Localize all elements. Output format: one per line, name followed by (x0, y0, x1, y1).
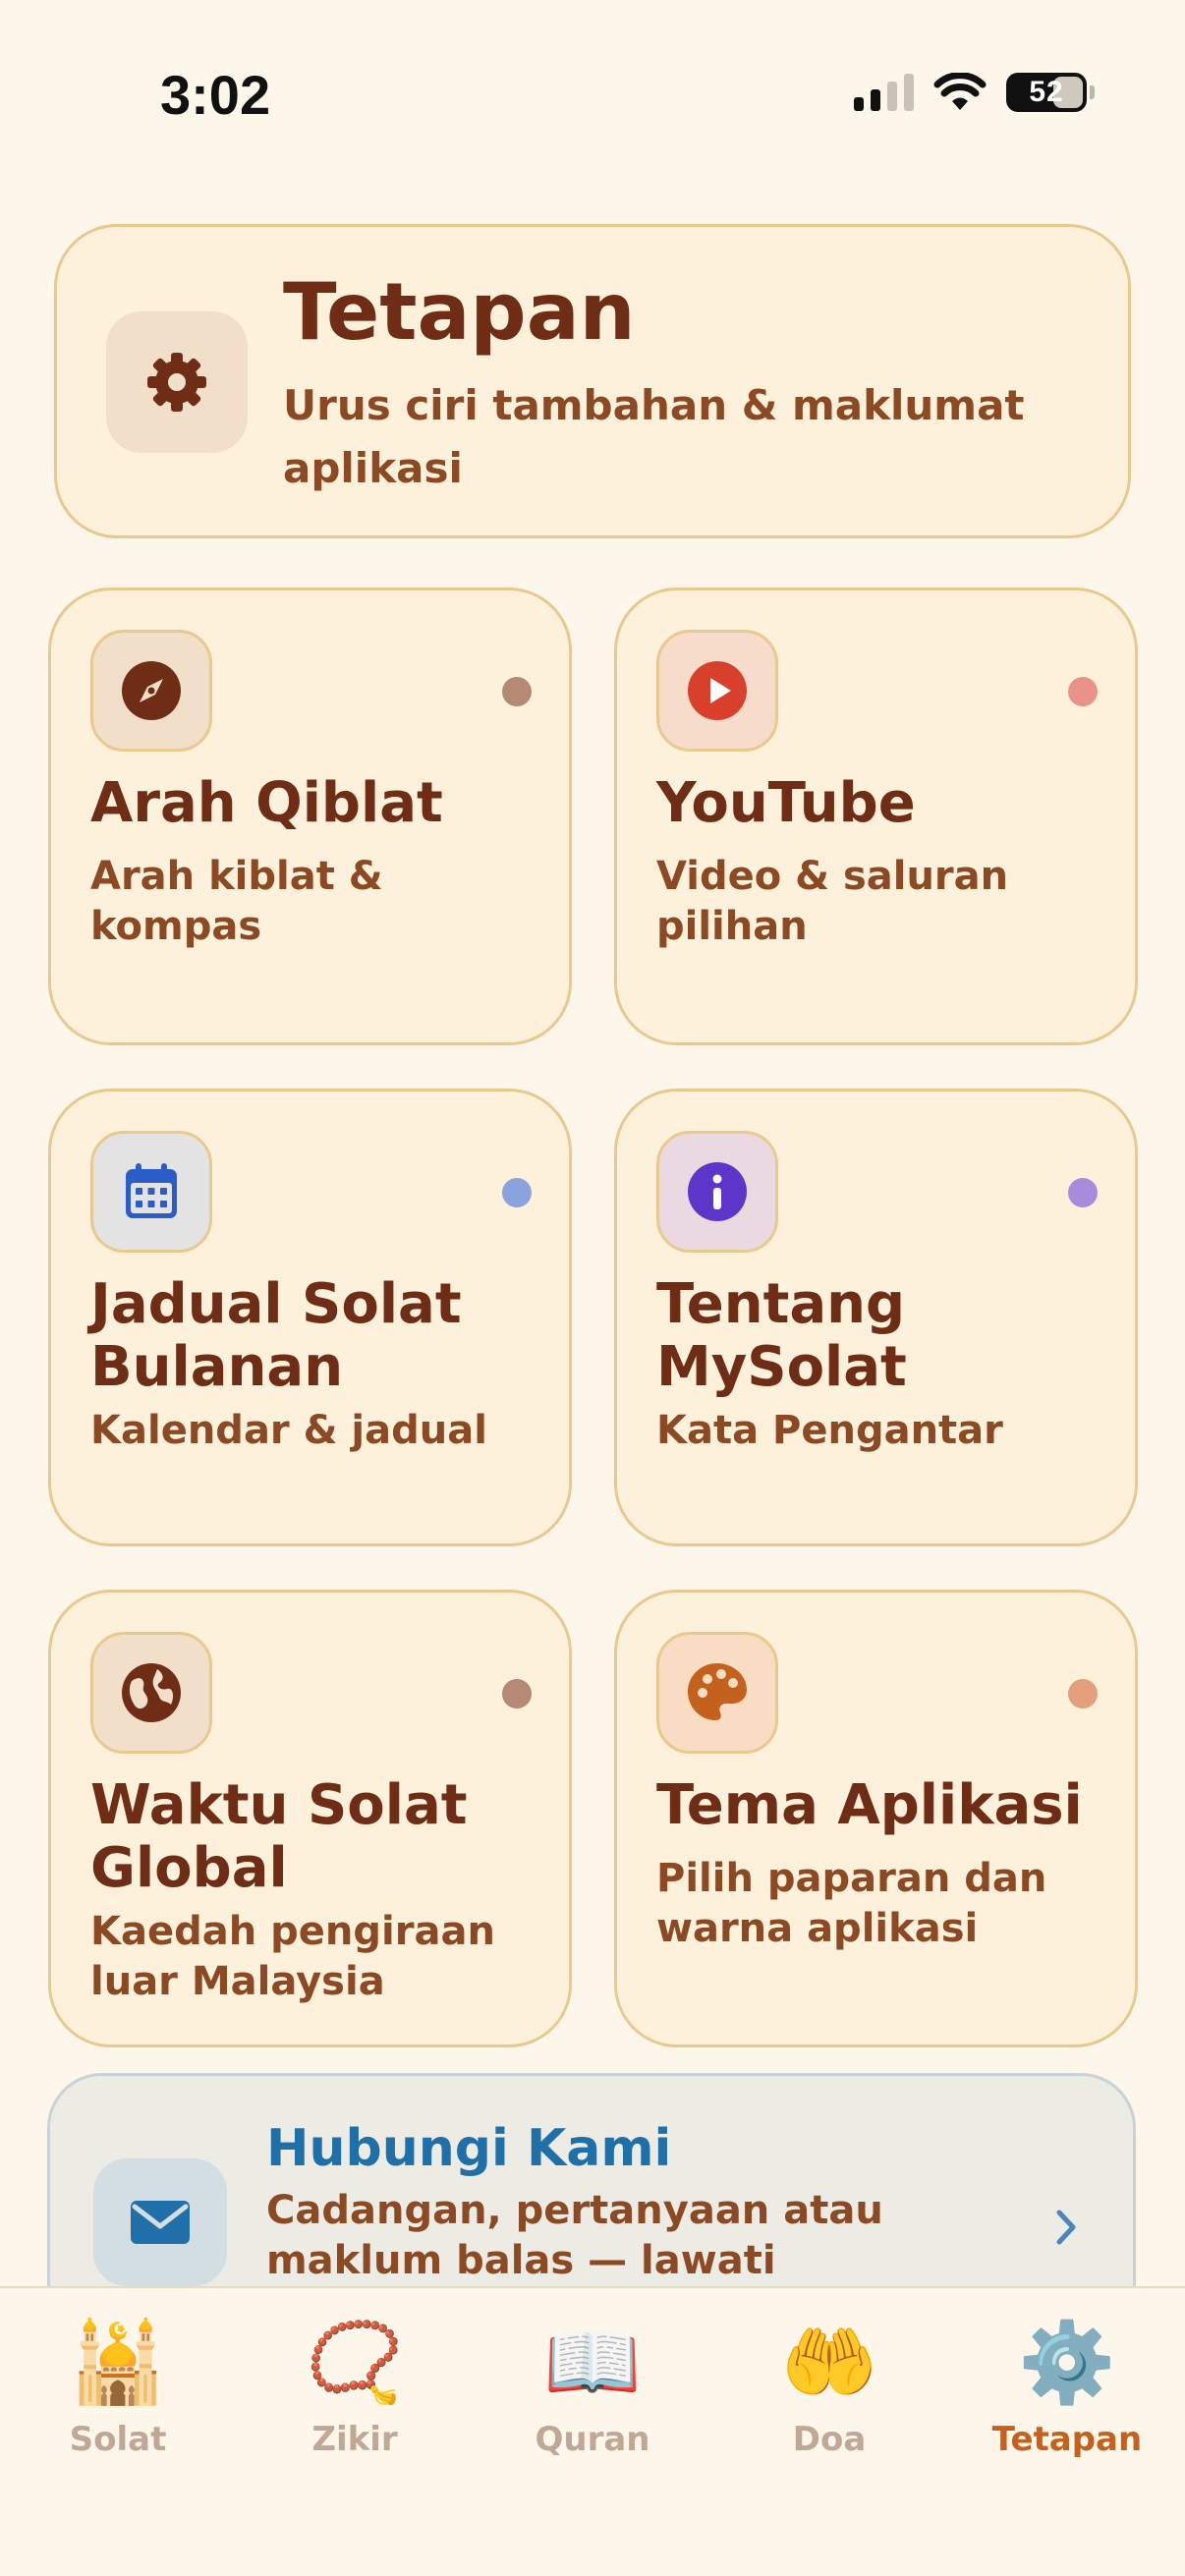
card-title: Jadual Solat Bulanan (90, 1272, 462, 1399)
monthly-prayer-schedule-card[interactable]: Jadual Solat Bulanan Kalendar & jadual (48, 1089, 572, 1546)
tab-label: Zikir (311, 2420, 398, 2459)
status-time: 3:02 (160, 64, 271, 126)
card-title: YouTube (656, 771, 916, 835)
battery-level: 52 (1029, 76, 1064, 108)
info-icon (656, 1131, 778, 1253)
status-dot (502, 1178, 532, 1207)
tab-label: Doa (792, 2420, 867, 2459)
status-dot (1068, 677, 1098, 706)
globe-icon (90, 1632, 212, 1754)
gear-icon (106, 311, 248, 453)
status-dot (502, 1679, 532, 1708)
tab-tetapan[interactable]: ⚙️ Tetapan (969, 2316, 1165, 2459)
page-subtitle: Urus ciri tambahan & maklumat aplikasi (283, 381, 1025, 492)
compass-icon (90, 630, 212, 752)
palette-icon (656, 1632, 778, 1754)
tab-label: Solat (69, 2420, 167, 2459)
settings-header-card: Tetapan Urus ciri tambahan & maklumat ap… (54, 224, 1131, 538)
page-title: Tetapan (283, 266, 636, 358)
status-dot (1068, 1679, 1098, 1708)
wifi-icon (933, 73, 987, 110)
card-subtitle: Video & saluran pilihan (656, 854, 1009, 949)
palms-up-icon: 🤲 (780, 2317, 878, 2408)
contact-title: Hubungi Kami (266, 2119, 672, 2178)
tab-label: Quran (535, 2420, 650, 2459)
card-title: Waktu Solat Global (90, 1773, 468, 1900)
mosque-icon: 🕌 (69, 2317, 167, 2408)
about-mysolat-card[interactable]: Tentang MySolat Kata Pengantar (614, 1089, 1138, 1546)
gear-icon: ⚙️ (1018, 2317, 1116, 2408)
card-subtitle: Arah kiblat & kompas (90, 854, 383, 949)
bottom-tab-bar: 🕌 Solat 📿 Zikir 📖 Quran 🤲 Doa ⚙️ Tetapan (0, 2286, 1185, 2576)
app-theme-card[interactable]: Tema Aplikasi Pilih paparan dan warna ap… (614, 1590, 1138, 2047)
battery-icon: 52 (1006, 73, 1095, 112)
card-subtitle: Pilih paparan dan warna aplikasi (656, 1856, 1047, 1951)
card-title: Tema Aplikasi (656, 1773, 1083, 1837)
global-prayer-times-card[interactable]: Waktu Solat Global Kaedah pengiraan luar… (48, 1590, 572, 2047)
contact-subtitle: Cadangan, pertanyaan atau maklum balas —… (266, 2188, 883, 2283)
tab-doa[interactable]: 🤲 Doa (731, 2316, 928, 2459)
status-icons: 52 (854, 73, 1095, 112)
youtube-card[interactable]: YouTube Video & saluran pilihan (614, 588, 1138, 1045)
cellular-signal-icon (854, 74, 914, 111)
tab-quran[interactable]: 📖 Quran (494, 2316, 691, 2459)
chevron-right-icon (1056, 2210, 1076, 2245)
card-subtitle: Kalendar & jadual (90, 1408, 487, 1453)
card-title: Tentang MySolat (656, 1272, 907, 1399)
card-subtitle: Kaedah pengiraan luar Malaysia (90, 1909, 495, 2004)
qibla-direction-card[interactable]: Arah Qiblat Arah kiblat & kompas (48, 588, 572, 1045)
open-book-icon: 📖 (543, 2317, 642, 2408)
card-title: Arah Qiblat (90, 771, 443, 835)
status-dot (502, 677, 532, 706)
status-bar: 3:02 52 (0, 0, 1185, 196)
tab-solat[interactable]: 🕌 Solat (20, 2316, 216, 2459)
prayer-beads-icon: 📿 (306, 2317, 404, 2408)
play-icon (656, 630, 778, 752)
calendar-icon (90, 1131, 212, 1253)
tab-label: Tetapan (991, 2420, 1143, 2459)
status-dot (1068, 1178, 1098, 1207)
tab-zikir[interactable]: 📿 Zikir (256, 2316, 453, 2459)
mail-icon (93, 2158, 227, 2286)
card-subtitle: Kata Pengantar (656, 1408, 1003, 1453)
